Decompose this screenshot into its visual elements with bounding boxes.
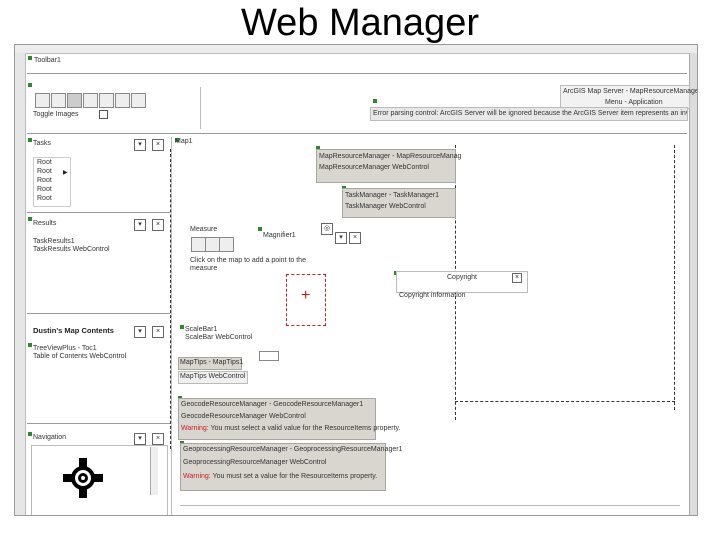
task-manager-title: TaskManager - TaskManager1 [345, 192, 440, 199]
close-icon[interactable]: × [349, 232, 361, 244]
pan-icon[interactable] [67, 93, 82, 108]
maptips-dropdown[interactable] [259, 351, 279, 361]
geoprocessing-warning-label: Warning: [183, 473, 211, 480]
submenu-arrow-icon: ▶ [63, 170, 68, 176]
measure-line-icon[interactable] [205, 237, 220, 252]
toolbar-label: Toolbar1 [34, 57, 61, 64]
toggle-images-checkbox[interactable] [99, 110, 108, 119]
geoprocessing-title: GeoprocessingResourceManager - Geoproces… [183, 446, 403, 453]
maptips-title: MapTips - MapTips1 [180, 359, 244, 366]
close-icon[interactable]: × [512, 273, 522, 283]
toc-line: Table of Contents WebControl [33, 353, 127, 360]
task-item[interactable]: Root [34, 185, 70, 194]
task-item[interactable]: Root [34, 176, 70, 185]
tasks-menu[interactable]: Root Root Root Root Root [33, 157, 71, 207]
geocode-title: GeocodeResourceManager - GeocodeResource… [181, 401, 364, 408]
vertical-scrollbar[interactable] [689, 53, 697, 515]
copyright-text: Copyright information [399, 292, 466, 299]
close-icon[interactable]: × [152, 219, 164, 231]
collapse-icon[interactable]: ▾ [134, 139, 146, 151]
collapse-icon[interactable]: ▾ [134, 326, 146, 338]
magnifier-icon[interactable]: ◎ [321, 223, 333, 235]
close-icon[interactable]: × [152, 139, 164, 151]
map-resource-title: MapResourceManager - MapResourceManag [319, 153, 462, 160]
magnifier-lens[interactable]: + [286, 274, 326, 326]
navigation-scrollbar[interactable] [150, 447, 158, 495]
task-item[interactable]: Root [34, 194, 70, 203]
collapse-icon[interactable]: ▾ [335, 232, 347, 244]
map-server-label: ArcGIS Map Server - MapResourceManager1 [563, 88, 698, 95]
collapse-icon[interactable]: ▾ [134, 433, 146, 445]
results-line: TaskResults WebControl [33, 246, 110, 253]
crosshair-icon: + [301, 287, 311, 304]
forward-icon[interactable] [115, 93, 130, 108]
navigation-compass-icon[interactable] [58, 453, 108, 503]
tasks-panel-title: Tasks [33, 140, 51, 147]
left-side-strip[interactable] [15, 53, 26, 515]
copyright-title: Copyright [447, 274, 477, 281]
geoprocessing-warning-text: You must set a value for the ResourceIte… [212, 473, 378, 480]
geoprocessing-subtitle: GeoprocessingResourceManager WebControl [183, 459, 327, 466]
close-icon[interactable]: × [152, 433, 164, 445]
collapse-icon[interactable]: ▾ [134, 219, 146, 231]
measure-point-icon[interactable] [191, 237, 206, 252]
geocode-warning-text: You must select a valid value for the Re… [210, 425, 401, 432]
navigation-panel-title: Navigation [33, 434, 67, 441]
toggle-images-label: Toggle Images [33, 111, 79, 118]
results-panel-title: Results [33, 220, 57, 227]
zoom-in-icon[interactable] [35, 93, 50, 108]
map-control-label: Map1 [175, 138, 193, 145]
measure-title: Measure [190, 226, 218, 233]
close-icon[interactable]: × [152, 326, 164, 338]
scalebar-subtitle: ScaleBar WebControl [185, 334, 253, 341]
toc-panel-title: Dustin's Map Contents [33, 326, 114, 335]
full-extent-icon[interactable] [83, 93, 98, 108]
measure-instruction: measure [190, 265, 218, 272]
task-manager-subtitle: TaskManager WebControl [345, 203, 426, 210]
zoom-out-icon[interactable] [51, 93, 66, 108]
task-item[interactable]: Root [34, 158, 70, 167]
geocode-subtitle: GeocodeResourceManager WebControl [181, 413, 306, 420]
error-banner: Error parsing control: ArcGIS Server wil… [373, 110, 688, 117]
magnifier-title: Magnifier1 [263, 232, 296, 239]
print-icon[interactable] [131, 93, 146, 108]
slide-title: Web Manager [241, 2, 479, 44]
menu-label: Menu - Application [605, 99, 663, 106]
visual-designer-canvas[interactable]: Toolbar1 Toggle Images ArcGIS Map Server… [14, 44, 698, 516]
geocode-warning-label: Warning: [181, 425, 209, 432]
map-resource-subtitle: MapResourceManager WebControl [319, 164, 429, 171]
back-icon[interactable] [99, 93, 114, 108]
top-tab-strip[interactable] [15, 45, 697, 54]
maptips-subtitle: MapTips WebControl [180, 373, 246, 380]
measure-area-icon[interactable] [219, 237, 234, 252]
